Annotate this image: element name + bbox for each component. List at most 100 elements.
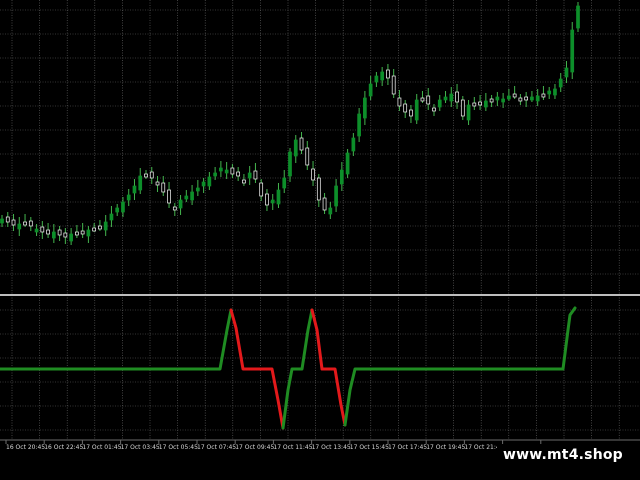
candle-body: [414, 99, 419, 121]
candle-body: [109, 213, 114, 221]
candle-body: [530, 96, 534, 101]
candle-body: [92, 227, 97, 232]
candle-body: [507, 95, 511, 100]
candle-body: [495, 96, 500, 101]
candle-body: [466, 104, 471, 121]
candle-body: [328, 207, 333, 215]
candle-body: [368, 83, 373, 97]
candle-body: [299, 137, 304, 151]
candle-body: [178, 199, 183, 209]
candle-body: [541, 93, 546, 98]
time-axis-label: 17 Oct 19:45: [426, 444, 465, 451]
candle-body: [558, 78, 563, 88]
candle-body: [282, 177, 287, 189]
candle-body: [86, 229, 91, 237]
candle-body: [138, 175, 143, 191]
candle-body: [363, 97, 367, 119]
candle-body: [40, 226, 45, 233]
candle-body: [184, 195, 189, 200]
candle-body: [437, 99, 442, 108]
candle-body: [201, 181, 206, 187]
candle-body: [144, 173, 148, 178]
candle-body: [311, 168, 315, 181]
candle-body: [11, 219, 16, 226]
candle-body: [28, 220, 33, 227]
candle-body: [167, 189, 171, 204]
candle-body: [265, 193, 269, 206]
candle-body: [126, 194, 131, 201]
candle-body: [17, 223, 22, 230]
candle-body: [472, 102, 477, 107]
candle-body: [207, 176, 212, 187]
candle-body: [524, 96, 529, 101]
candle-body: [172, 206, 177, 211]
candle-body: [316, 177, 321, 201]
candle-body: [195, 187, 200, 192]
chart-canvas: 16 Oct 20:45 16 Oct 22:45 17 Oct 01:45 17 O…: [0, 0, 640, 480]
candle-body: [570, 29, 575, 73]
candle-body: [276, 189, 281, 205]
candle-body: [242, 179, 246, 184]
time-axis-label: 17 Oct 03:45: [121, 444, 160, 451]
candle-body: [115, 207, 120, 213]
candle-body: [236, 171, 241, 177]
time-axis-label: 17 Oct 01:45: [82, 444, 121, 451]
candle-body: [230, 167, 235, 175]
watermark-text: www.mt4.shop: [503, 447, 623, 463]
time-axis-label: 17 Oct 07:45: [197, 444, 236, 451]
candle-body: [403, 103, 408, 113]
candle-body: [397, 97, 402, 107]
candle-body: [155, 181, 160, 186]
candle-body: [5, 216, 10, 223]
candle-body: [63, 232, 68, 238]
candle-body: [386, 69, 390, 79]
candle-body: [121, 201, 125, 213]
candle-body: [455, 91, 459, 103]
candle-body: [80, 230, 85, 235]
candle-body: [270, 199, 275, 204]
candle-body: [449, 93, 454, 102]
candle-body: [432, 107, 436, 112]
candle-body: [57, 229, 62, 236]
time-axis-label: 17 Oct 09:45: [235, 444, 274, 451]
candle-body: [247, 172, 252, 179]
candle-body: [132, 185, 137, 194]
candle-body: [518, 97, 523, 102]
candle-body: [322, 197, 327, 211]
candle-body: [98, 225, 102, 230]
candle-body: [564, 67, 569, 78]
candle-body: [553, 88, 557, 96]
candle-body: [305, 147, 310, 166]
time-axis-label: 16 Oct 22:45: [44, 444, 83, 451]
candle-body: [443, 96, 448, 101]
candle-body: [535, 95, 540, 102]
candle-body: [103, 221, 108, 231]
candle-body: [426, 95, 431, 105]
candle-body: [219, 167, 223, 172]
candle-body: [380, 71, 385, 81]
candle-body: [483, 100, 488, 108]
candle-body: [345, 152, 350, 175]
chart-background: [0, 0, 640, 480]
candle-body: [149, 171, 154, 179]
candle-body: [351, 137, 356, 152]
candle-body: [501, 98, 505, 103]
candle-body: [409, 109, 413, 117]
candle-body: [75, 231, 79, 236]
candle-body: [46, 229, 50, 235]
candle-body: [460, 99, 465, 117]
candle-body: [489, 98, 494, 103]
candle-body: [69, 233, 73, 242]
time-axis-label: 17 Oct 11:45: [273, 444, 312, 451]
time-axis-label: 17 Oct 05:45: [159, 444, 198, 451]
candle-body: [161, 182, 166, 193]
candle-body: [334, 185, 338, 207]
candle-body: [34, 228, 39, 233]
candle-body: [51, 231, 56, 239]
candle-body: [190, 191, 194, 201]
candle-body: [213, 172, 217, 177]
candle-body: [512, 93, 517, 98]
time-axis-label: 16 Oct 20:45: [6, 444, 45, 451]
candle-body: [547, 90, 552, 95]
time-axis-label: 17 Oct 15:45: [350, 444, 389, 451]
